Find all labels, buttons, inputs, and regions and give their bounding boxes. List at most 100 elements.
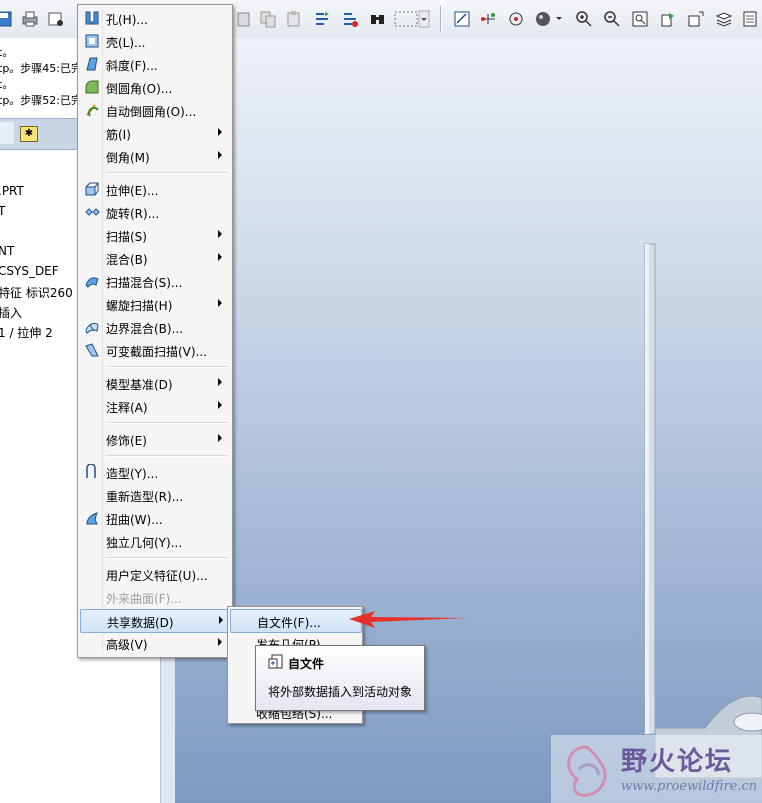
import-file-icon — [268, 654, 284, 670]
display-style-dropdown[interactable] — [534, 9, 564, 29]
menu-item-round[interactable]: 倒圆角(O)... — [80, 76, 230, 98]
navigator-tabs: ✱ — [0, 118, 80, 150]
tree-item[interactable]: 1 / 拉伸 2 — [0, 324, 53, 341]
menu-separator — [106, 557, 228, 559]
menu-item-swept-blend[interactable]: 扫描混合(S)... — [80, 270, 230, 292]
tooltip: 自文件 将外部数据插入到活动对象 — [255, 645, 425, 711]
tree-item[interactable]: CSYS_DEF — [0, 264, 59, 278]
tree-item[interactable]: T — [0, 204, 5, 218]
menu-item-label: 高级(V) — [106, 638, 148, 652]
menu-item-label: 旋转(R)... — [106, 207, 160, 221]
toolbar-separator — [440, 6, 442, 32]
watermark-title: 野火论坛 — [621, 747, 734, 777]
refit-icon[interactable] — [452, 9, 472, 29]
email-icon[interactable] — [46, 9, 66, 29]
menu-item-draft[interactable]: 斜度(F)... — [80, 53, 230, 75]
find-icon[interactable] — [368, 9, 388, 29]
menu-item-cosmetic[interactable]: 修饰(E) — [80, 428, 230, 450]
tree-item[interactable]: 插入 — [0, 304, 22, 321]
menu-item-label: 修饰(E) — [106, 434, 147, 448]
boundary-blend-icon — [84, 319, 100, 335]
auto-round-icon — [84, 102, 100, 118]
tooltip-description: 将外部数据插入到活动对象 — [268, 685, 413, 699]
paste-icon[interactable] — [234, 9, 254, 29]
menu-item-hole[interactable]: 孔(H)... — [80, 7, 230, 29]
zoom-in-icon[interactable] — [574, 9, 594, 29]
menu-item-label: 造型(Y)... — [106, 467, 159, 481]
layers-icon[interactable] — [714, 9, 734, 29]
paste-special-icon[interactable] — [284, 9, 304, 29]
menu-item-chamfer[interactable]: 倒角(M) — [80, 145, 230, 167]
menu-item-label: 用户定义特征(U)... — [106, 569, 208, 583]
message-line: t。 — [0, 78, 14, 91]
menu-item-shell[interactable]: 壳(L)... — [80, 30, 230, 52]
revolve-icon — [84, 204, 100, 220]
menu-item-sweep[interactable]: 扫描(S) — [80, 224, 230, 246]
menu-item-label: 模型基准(D) — [106, 378, 173, 392]
draft-icon — [84, 56, 100, 72]
submenu-arrow-icon — [218, 253, 222, 261]
menu-item-annotation[interactable]: 注释(A) — [80, 395, 230, 417]
menu-item-model-datum[interactable]: 模型基准(D) — [80, 372, 230, 394]
message-line: tp。步骤45:已完 — [0, 62, 82, 75]
save-icon[interactable] — [0, 9, 14, 29]
insert-menu: 孔(H)... 壳(L)... 斜度(F)... 倒圆角(O)... 自动倒圆角… — [77, 4, 233, 658]
message-line: t。 — [0, 46, 14, 59]
menu-separator — [106, 455, 228, 457]
submenu-arrow-icon — [218, 128, 222, 136]
swept-blend-icon — [84, 273, 100, 289]
shell-icon — [84, 33, 100, 49]
zoom-window-icon[interactable] — [630, 9, 650, 29]
menu-item-label: 重新造型(R)... — [106, 490, 184, 504]
copy-icon[interactable] — [258, 9, 278, 29]
menu-item-variable-sweep[interactable]: 可变截面扫描(V)... — [80, 339, 230, 361]
tooltip-title: 自文件 — [288, 657, 325, 671]
menu-item-blend[interactable]: 混合(B) — [80, 247, 230, 269]
regenerate-icon[interactable] — [312, 9, 332, 29]
selection-filter-dropdown[interactable] — [394, 9, 430, 29]
menu-item-label: 倒圆角(O)... — [106, 82, 173, 96]
menu-separator — [106, 422, 228, 424]
spin-center-icon[interactable] — [506, 9, 526, 29]
menu-item-label: 独立几何(Y)... — [106, 536, 183, 550]
reorient-icon[interactable] — [658, 9, 678, 29]
menu-item-auto-round[interactable]: 自动倒圆角(O)... — [80, 99, 230, 121]
folder-tab-icon[interactable]: ✱ — [20, 126, 38, 142]
tab-model-tree[interactable] — [0, 122, 14, 144]
tree-item[interactable]: NT — [0, 244, 14, 258]
saved-views-icon[interactable] — [686, 9, 706, 29]
variable-sweep-icon — [84, 342, 100, 358]
submenu-item-from-file[interactable]: 自文件(F)... — [230, 609, 362, 633]
menu-item-shared-data[interactable]: 共享数据(D) — [80, 609, 232, 633]
menu-item-rib[interactable]: 筋(I) — [80, 122, 230, 144]
tree-item[interactable]: .PRT — [0, 184, 24, 198]
menu-item-label: 混合(B) — [106, 253, 148, 267]
submenu-arrow-icon — [218, 299, 222, 307]
menu-item-warp[interactable]: 扭曲(W)... — [80, 507, 230, 529]
submenu-arrow-icon — [219, 616, 223, 624]
menu-item-independent-geometry[interactable]: 独立几何(Y)... — [80, 530, 230, 552]
menu-item-label: 注释(A) — [106, 401, 148, 415]
menu-item-boundary-blend[interactable]: 边界混合(B)... — [80, 316, 230, 338]
submenu-arrow-icon — [218, 434, 222, 442]
print-icon[interactable] — [20, 9, 40, 29]
model-info-icon[interactable] — [740, 9, 760, 29]
submenu-arrow-icon — [218, 151, 222, 159]
datum-axis-icon[interactable] — [478, 9, 498, 29]
menu-item-label: 扫描混合(S)... — [106, 276, 183, 290]
menu-item-style[interactable]: 造型(Y)... — [80, 461, 230, 483]
style-icon — [84, 463, 100, 480]
menu-item-label: 壳(L)... — [106, 36, 146, 50]
tree-item[interactable]: 特征 标识260 — [0, 284, 73, 301]
zoom-out-icon[interactable] — [602, 9, 622, 29]
menu-item-advanced[interactable]: 高级(V) — [80, 632, 230, 654]
menu-item-label: 边界混合(B)... — [106, 322, 184, 336]
menu-item-revolve[interactable]: 旋转(R)... — [80, 201, 230, 223]
menu-item-user-defined-feature[interactable]: 用户定义特征(U)... — [80, 563, 230, 585]
menu-item-label: 外来曲面(F)... — [106, 592, 182, 606]
menu-item-helical-sweep[interactable]: 螺旋扫描(H) — [80, 293, 230, 315]
menu-item-restyle[interactable]: 重新造型(R)... — [80, 484, 230, 506]
menu-item-extrude[interactable]: 拉伸(E)... — [80, 178, 230, 200]
regen-manager-icon[interactable] — [340, 9, 360, 29]
menu-item-label: 共享数据(D) — [107, 616, 174, 630]
